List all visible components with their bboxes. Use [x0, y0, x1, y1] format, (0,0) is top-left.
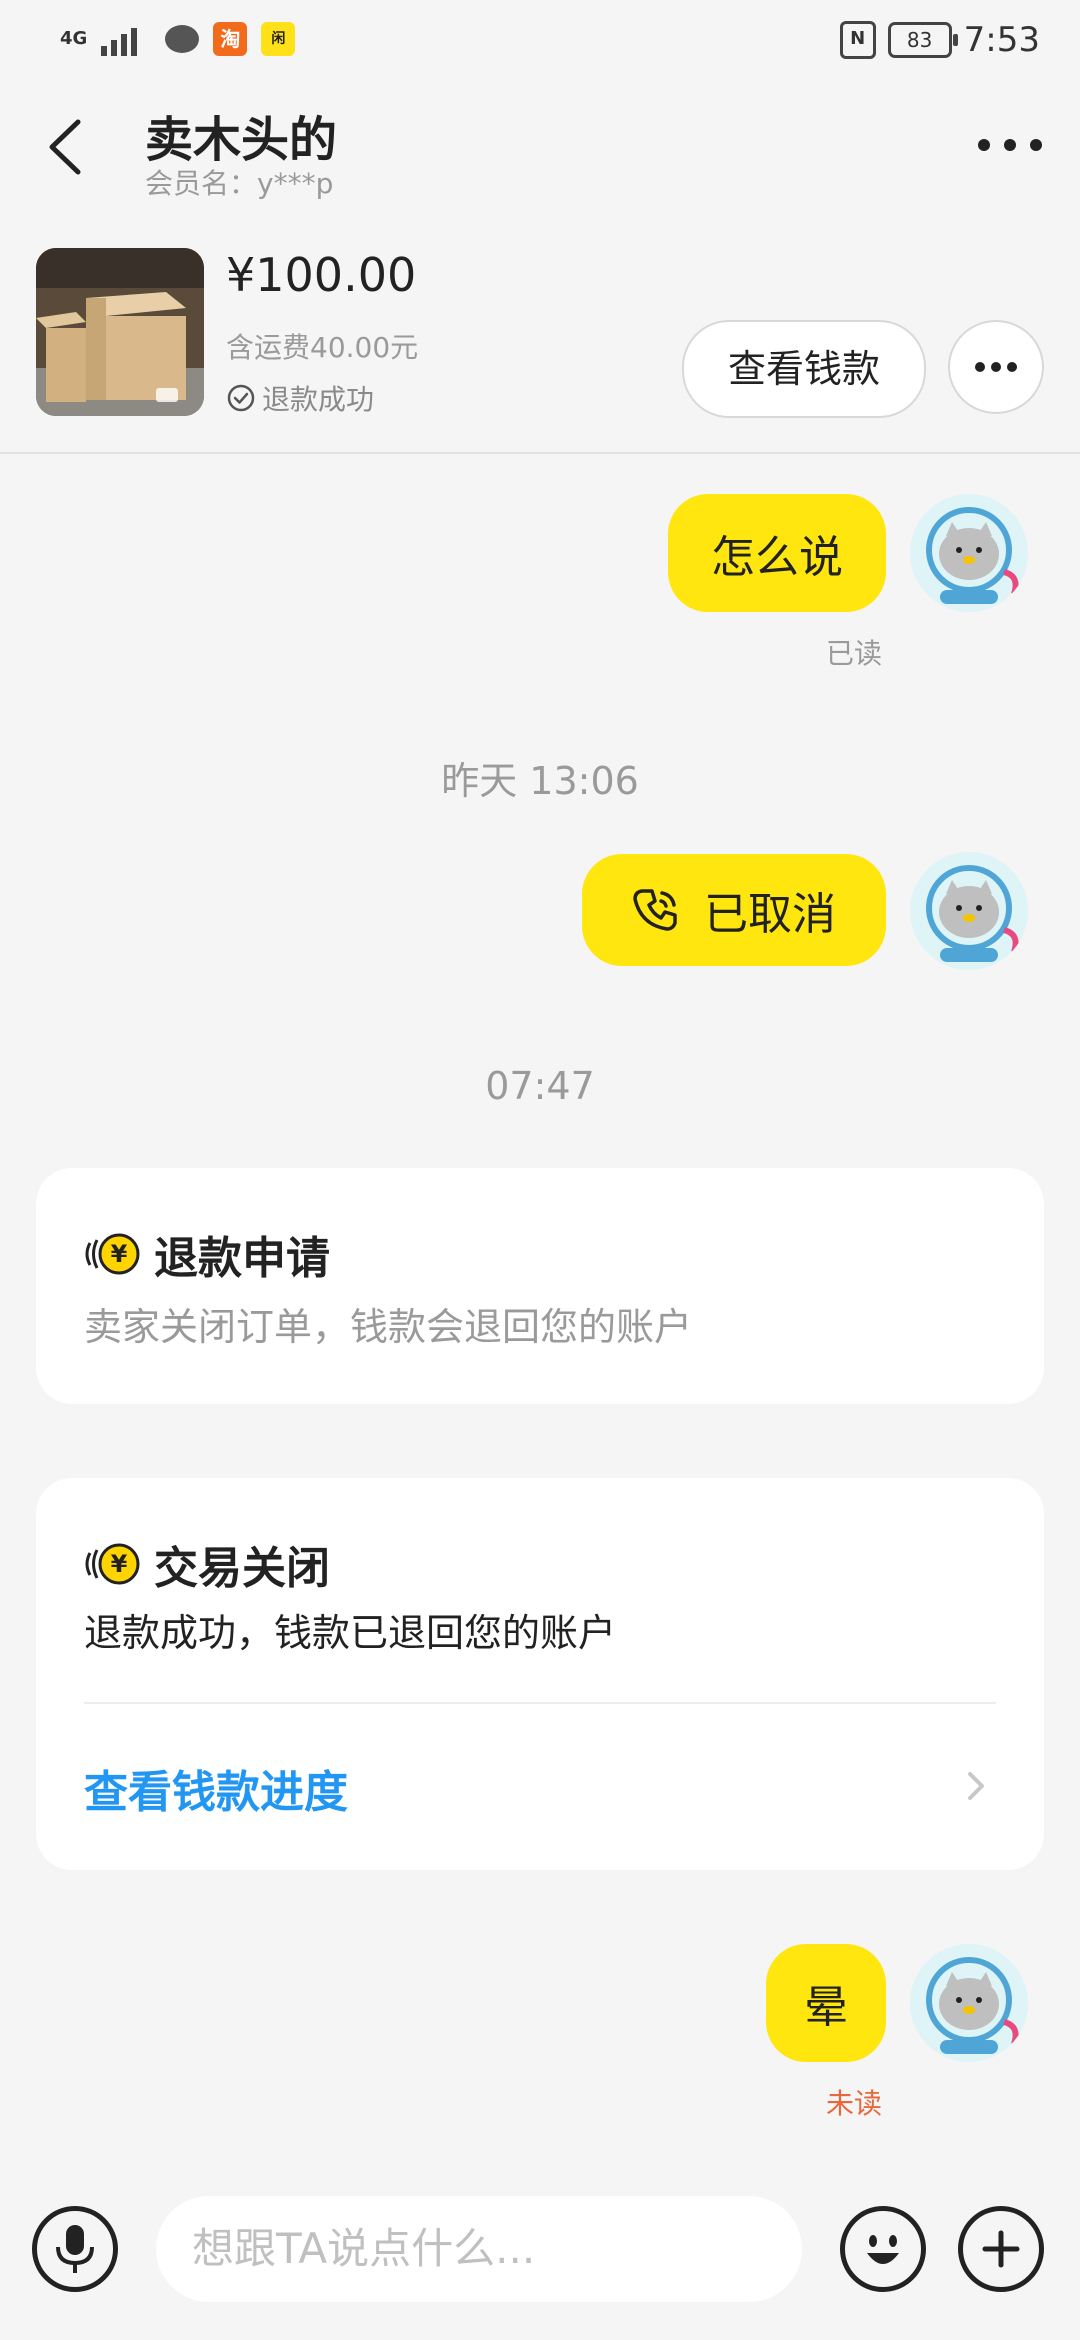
cat-avatar-icon	[910, 494, 1028, 612]
xianyu-notification-icon: 闲	[261, 22, 296, 56]
phone-icon	[633, 889, 677, 931]
call-message-bubble[interactable]: 已取消	[582, 854, 886, 966]
unread-status: 未读	[826, 2087, 883, 2120]
avatar[interactable]	[910, 494, 1028, 612]
taobao-notification-icon: 淘	[213, 22, 248, 56]
card-description: 卖家关闭订单，钱款会退回您的账户	[84, 1305, 693, 1349]
voice-input-button[interactable]	[32, 2206, 118, 2292]
cat-avatar-icon	[910, 1944, 1028, 2062]
avatar[interactable]	[910, 852, 1028, 970]
chevron-right-icon	[968, 1772, 984, 1800]
page-title: 卖木头的	[145, 112, 338, 168]
timestamp: 07:47	[485, 1064, 595, 1108]
card-title-text: 退款申请	[154, 1233, 330, 1284]
network-indicator: 4G	[60, 28, 88, 49]
svg-text:¥: ¥	[111, 1240, 128, 1268]
view-progress-link[interactable]: 查看钱款进度	[36, 1704, 1044, 1870]
plus-icon	[982, 2230, 1020, 2268]
product-price: ¥100.00	[226, 248, 417, 302]
view-money-button[interactable]: 查看钱款	[682, 320, 926, 418]
nfc-icon: N	[839, 21, 876, 59]
shipping-fee: 含运费40.00元	[226, 331, 419, 364]
refund-request-card[interactable]: ¥ 退款申请 卖家关闭订单，钱款会退回您的账户	[36, 1168, 1044, 1404]
smiley-icon	[867, 2235, 899, 2264]
refund-status: 退款成功	[226, 378, 374, 418]
timestamp: 昨天 13:06	[441, 759, 639, 803]
call-status-text: 已取消	[704, 889, 836, 940]
message-input[interactable]: 想跟TA说点什么...	[156, 2196, 802, 2302]
yen-coin-icon: ¥	[85, 1543, 140, 1585]
product-thumbnail[interactable]	[36, 248, 204, 416]
message-bubble[interactable]: 怎么说	[668, 494, 886, 612]
product-more-button[interactable]	[948, 320, 1044, 414]
cat-avatar-icon	[910, 852, 1028, 970]
view-progress-label: 查看钱款进度	[84, 1767, 348, 1818]
read-status: 已读	[826, 637, 883, 670]
svg-text:¥: ¥	[111, 1550, 128, 1578]
card-title: ¥ 交易关闭	[84, 1532, 330, 1596]
wood-product-image	[36, 248, 204, 416]
battery-icon: 83	[887, 22, 958, 58]
more-options-button[interactable]	[970, 115, 1050, 175]
microphone-icon	[56, 2225, 94, 2273]
member-name: 会员名：y***p	[145, 167, 334, 200]
more-dots-icon	[978, 139, 1042, 151]
signal-icon	[101, 22, 151, 56]
emoji-button[interactable]	[840, 2206, 926, 2292]
card-title-text: 交易关闭	[154, 1543, 330, 1594]
message-bubble[interactable]: 晕	[766, 1944, 886, 2062]
transaction-closed-card: ¥ 交易关闭 退款成功，钱款已退回您的账户 查看钱款进度	[36, 1478, 1044, 1870]
back-arrow-icon	[49, 119, 81, 175]
back-button[interactable]	[40, 112, 100, 182]
status-left: 4G 淘 闲	[60, 22, 296, 56]
card-title: ¥ 退款申请	[84, 1222, 330, 1286]
more-dots-icon	[975, 362, 1017, 372]
more-actions-button[interactable]	[958, 2206, 1044, 2292]
refund-status-label: 退款成功	[262, 383, 375, 416]
avatar[interactable]	[910, 1944, 1028, 2062]
card-description: 退款成功，钱款已退回您的账户	[84, 1611, 617, 1655]
check-circle-icon	[227, 384, 255, 412]
chat-notification-icon	[165, 25, 200, 53]
status-right: N 83 7:53	[839, 20, 1040, 60]
yen-coin-icon: ¥	[85, 1233, 140, 1275]
clock: 7:53	[963, 20, 1040, 60]
status-bar: 4G 淘 闲 N 83 7:53	[0, 0, 1080, 80]
